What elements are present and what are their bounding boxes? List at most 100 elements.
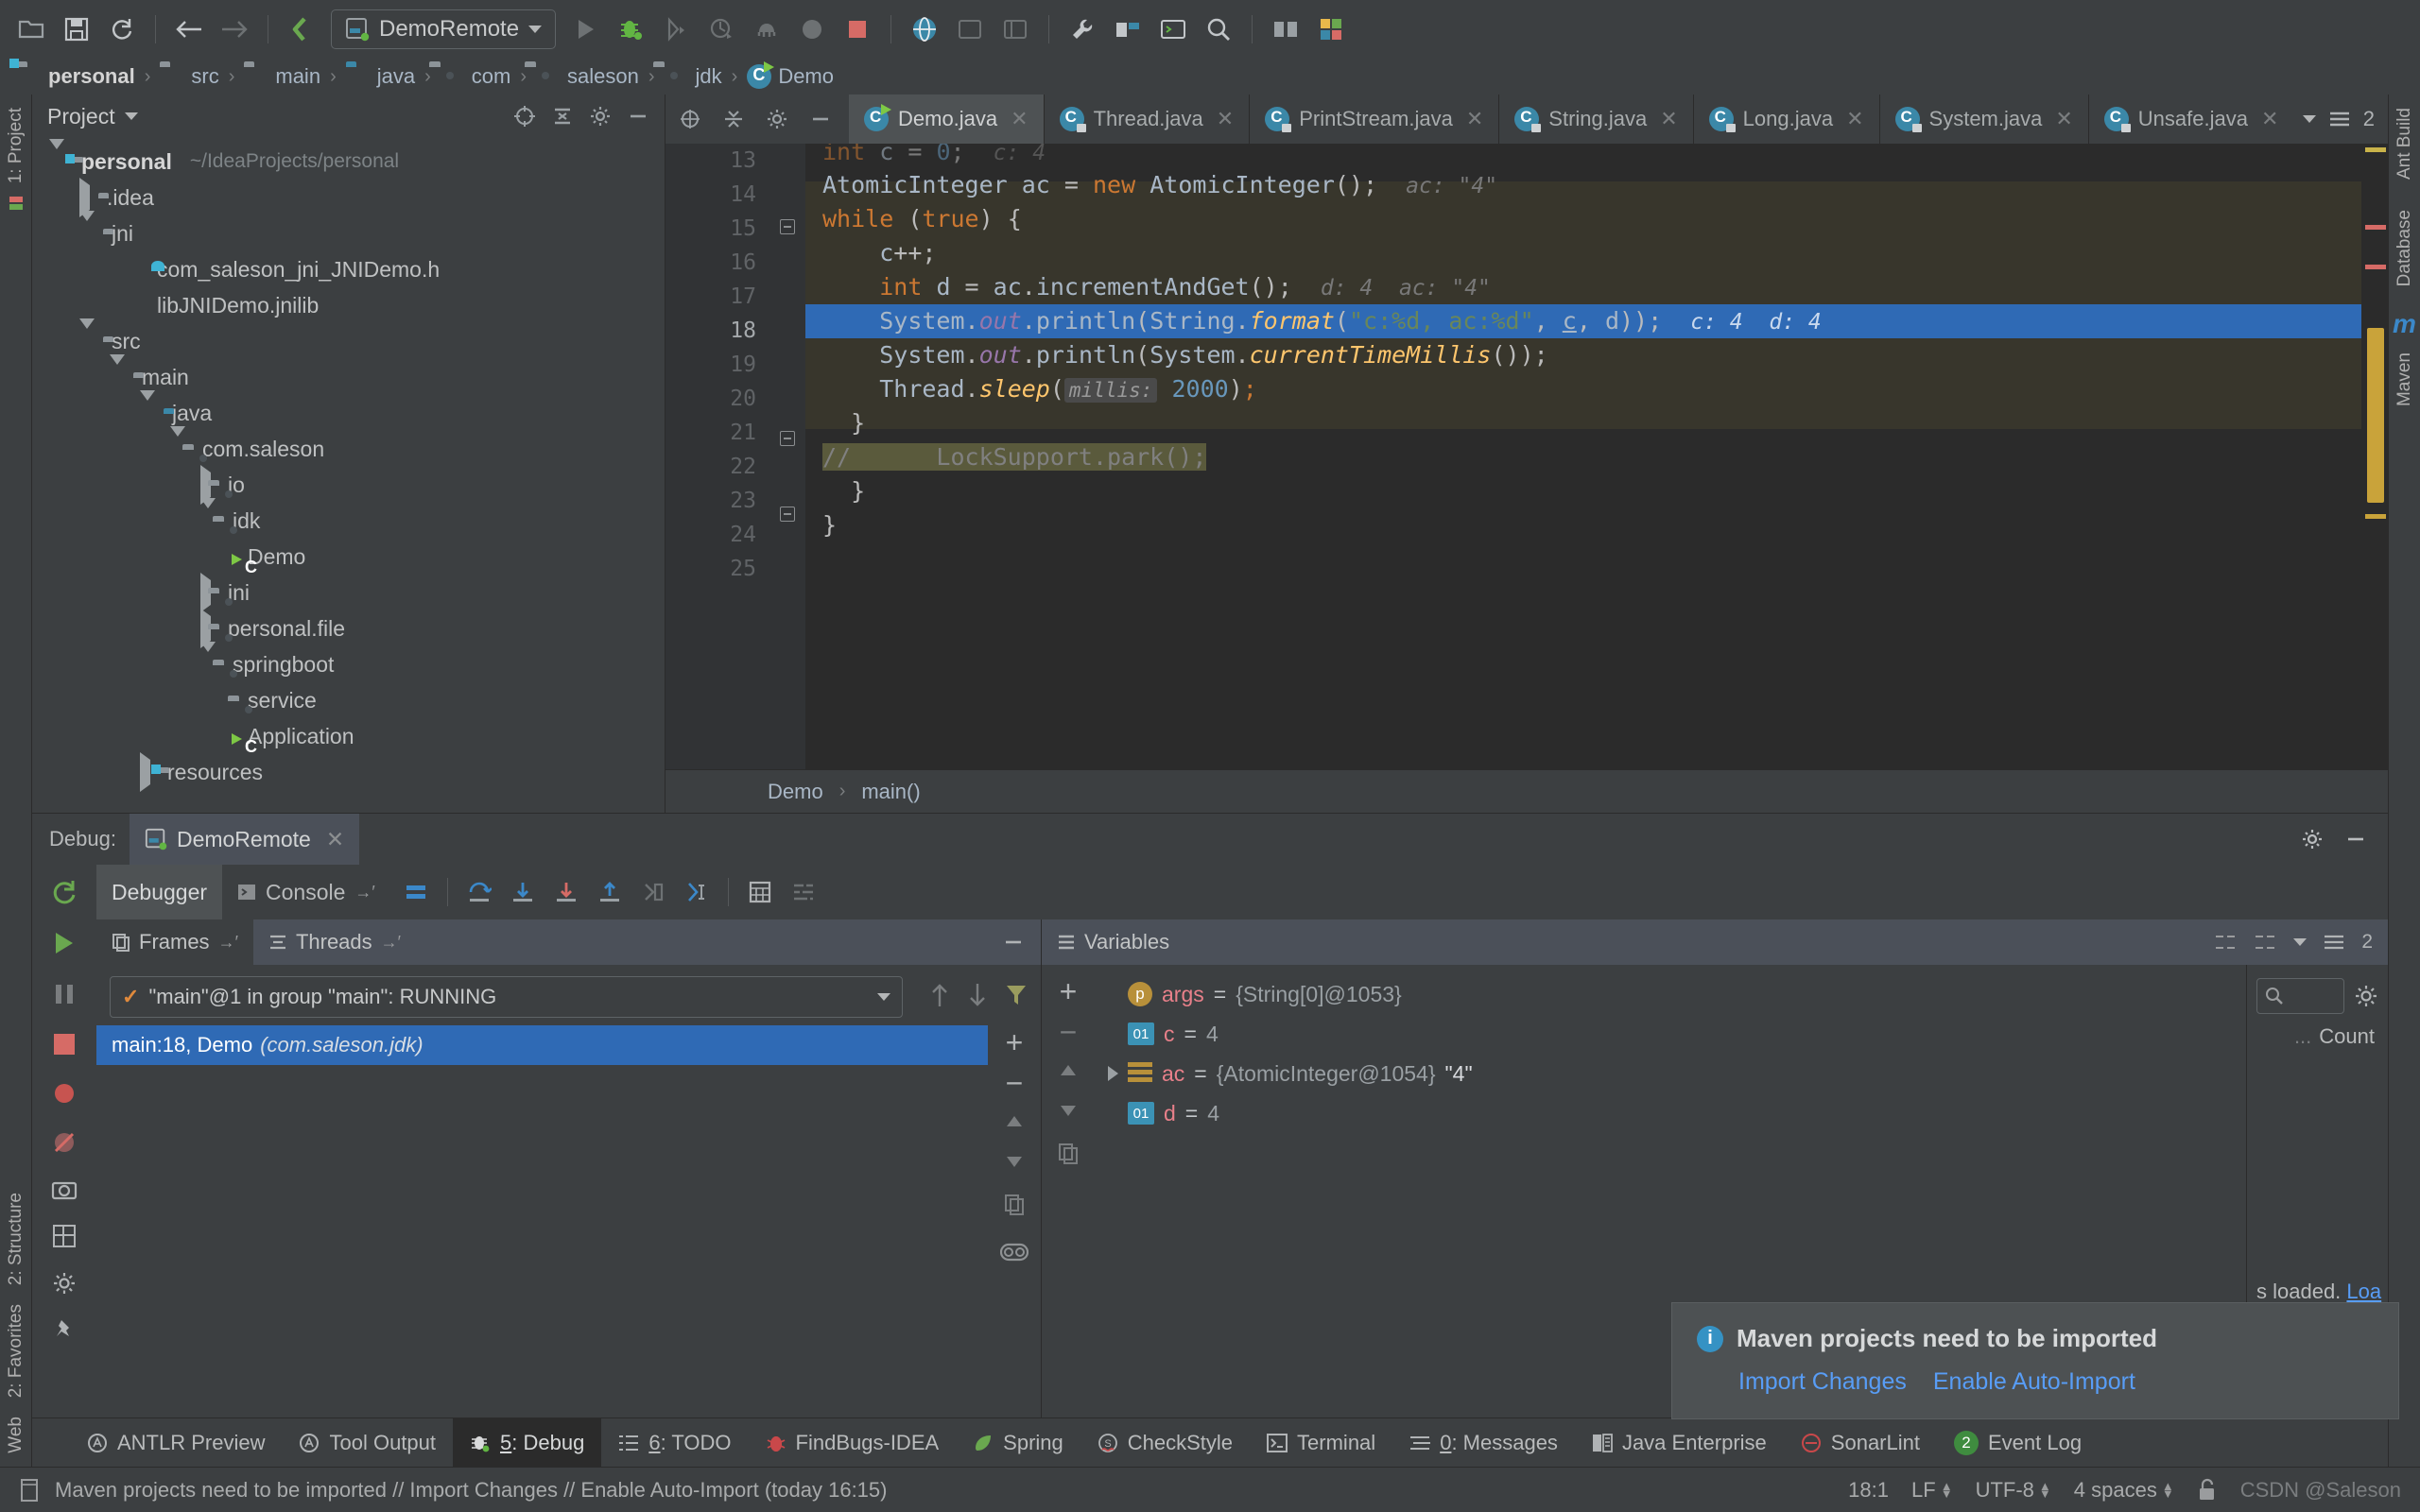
hide-icon[interactable] <box>627 105 649 128</box>
diff-icon[interactable] <box>1264 8 1307 51</box>
code-line-15[interactable]: while (true) { <box>805 202 2388 236</box>
tool-window-button-0-messages[interactable]: 0: Messages <box>1392 1418 1575 1467</box>
up-arrow-icon[interactable] <box>929 982 950 1008</box>
debug-session-tab[interactable]: DemoRemote ✕ <box>130 814 359 865</box>
tool-window-button-5-debug[interactable]: 5: Debug <box>453 1418 601 1467</box>
inspect-icon[interactable] <box>1000 1241 1028 1263</box>
step-out-icon[interactable] <box>597 880 622 904</box>
open-folder-icon[interactable] <box>9 8 53 51</box>
debug-icon[interactable] <box>609 8 652 51</box>
code-editor[interactable]: 13141516171819202122232425 int c = 0; c:… <box>666 144 2388 769</box>
fold-marker-line-16[interactable] <box>769 253 805 287</box>
pause-icon[interactable] <box>50 980 78 1008</box>
locate-file-icon[interactable] <box>679 108 701 130</box>
tab-debugger[interactable]: Debugger <box>96 865 222 919</box>
gutter-line-20[interactable]: 20 <box>666 382 769 416</box>
tree-node-jni[interactable]: jni <box>32 215 665 251</box>
tree-node-demo[interactable]: Demo <box>32 539 665 575</box>
frames-minimize-icon[interactable] <box>986 919 1041 965</box>
tree-node-src[interactable]: src <box>32 323 665 359</box>
code-line-14[interactable]: AtomicInteger ac = new AtomicInteger(); … <box>805 168 2388 202</box>
sidebar-item-database[interactable]: Database <box>2394 202 2415 294</box>
code-line-16[interactable]: c++; <box>805 236 2388 270</box>
tree-node-java[interactable]: java <box>32 395 665 431</box>
gutter-line-21[interactable]: 21 <box>666 416 769 450</box>
gutter-line-22[interactable]: 22 <box>666 450 769 484</box>
copy-icon[interactable] <box>1058 1143 1079 1165</box>
editor-tab-long-java[interactable]: Long.java✕ <box>1694 94 1880 144</box>
stop-icon[interactable] <box>51 1031 78 1057</box>
chevron-down-icon[interactable] <box>200 498 216 533</box>
run-configuration-selector[interactable]: DemoRemote <box>331 9 556 49</box>
resume-icon[interactable] <box>50 929 78 957</box>
memory-icon[interactable] <box>19 1478 42 1503</box>
gutter-line-18[interactable]: 18 <box>666 314 769 348</box>
maven-rail-group[interactable]: m Maven <box>2393 309 2416 414</box>
chevron-down-icon[interactable] <box>125 112 138 120</box>
breadcrumb-item-personal[interactable]: personal <box>13 64 139 89</box>
chevron-down-icon[interactable] <box>2293 938 2307 946</box>
settings-wrench-icon[interactable] <box>1061 8 1104 51</box>
tab-threads[interactable]: Threads →′ <box>253 919 416 965</box>
chevron-down-icon[interactable] <box>528 26 542 33</box>
tree-twisty[interactable] <box>49 149 64 175</box>
step-over-icon[interactable] <box>467 880 492 904</box>
fold-marker-line-13[interactable] <box>769 144 805 178</box>
pin-icon[interactable] <box>52 1318 77 1343</box>
record-icon[interactable] <box>790 8 834 51</box>
breadcrumb-item-jdk[interactable]: jdk <box>661 64 726 89</box>
editor-tab-demo-java[interactable]: Demo.java✕ <box>849 94 1045 144</box>
breadcrumb-item-java[interactable]: java <box>342 64 419 89</box>
editor-tab-system-java[interactable]: System.java✕ <box>1880 94 2089 144</box>
scrollbar-thumb[interactable] <box>2367 328 2384 503</box>
chevron-down-icon[interactable] <box>49 139 64 174</box>
remove-icon[interactable]: − <box>1006 1076 1024 1090</box>
run-with-coverage-icon[interactable] <box>654 8 698 51</box>
tree-node-springboot[interactable]: springboot <box>32 646 665 682</box>
variable-row[interactable]: 01d=4 <box>1095 1093 2246 1133</box>
breadcrumb-item-saleson[interactable]: saleson <box>532 64 643 89</box>
step-into-icon[interactable] <box>510 880 535 904</box>
gutter-line-24[interactable]: 24 <box>666 518 769 552</box>
evaluate-expression-icon[interactable] <box>748 880 772 904</box>
gutter-line-19[interactable]: 19 <box>666 348 769 382</box>
enable-auto-import-link[interactable]: Enable Auto-Import <box>1933 1368 2135 1396</box>
editor-breadcrumb-class[interactable]: Demo <box>768 780 823 804</box>
chevron-down-icon[interactable] <box>79 211 95 246</box>
windows-icon[interactable] <box>1309 8 1353 51</box>
close-icon[interactable]: ✕ <box>1846 107 1863 131</box>
drop-frame-icon[interactable] <box>641 880 666 904</box>
tree-node-jni[interactable]: jni <box>32 575 665 610</box>
fold-marker-line-20[interactable] <box>769 389 805 423</box>
breadcrumb-item-demo[interactable]: Demo <box>743 64 838 89</box>
tree-twisty[interactable] <box>79 221 95 247</box>
down-arrow-icon[interactable] <box>967 982 988 1008</box>
tree-node-jdk[interactable]: jdk <box>32 503 665 539</box>
code-line-18[interactable]: System.out.println(String.format("c:%d, … <box>805 304 2388 338</box>
sidebar-item-project[interactable]: 1: Project <box>6 100 26 191</box>
build-icon[interactable] <box>280 8 323 51</box>
project-structure-2-icon[interactable] <box>1106 8 1150 51</box>
settings-gear-icon[interactable] <box>2354 984 2378 1008</box>
close-icon[interactable]: ✕ <box>1217 107 1234 131</box>
tool-window-button-findbugs-idea[interactable]: FindBugs-IDEA <box>749 1418 957 1467</box>
close-icon[interactable]: ✕ <box>2261 107 2278 131</box>
close-icon[interactable]: ✕ <box>1466 107 1483 131</box>
profile-icon[interactable] <box>700 8 743 51</box>
status-message[interactable]: Maven projects need to be imported // Im… <box>55 1478 887 1503</box>
code-line-25[interactable] <box>805 542 2388 576</box>
variable-row[interactable]: ac={AtomicInteger@1054}"4" <box>1095 1054 2246 1093</box>
project-structure-icon[interactable] <box>948 8 992 51</box>
chevron-down-icon[interactable] <box>200 642 216 677</box>
fold-marker-line-21[interactable] <box>769 431 805 465</box>
unlocked-icon[interactable] <box>2197 1478 2218 1503</box>
thread-selector[interactable]: ✓ "main"@1 in group "main": RUNNING <box>110 976 903 1018</box>
chevron-down-icon[interactable] <box>79 318 95 353</box>
editor-fold-column[interactable] <box>769 144 805 769</box>
line-separator[interactable]: LF ▲▼ <box>1911 1478 1953 1503</box>
tree-node-personal[interactable]: personal~/IdeaProjects/personal <box>32 144 665 180</box>
variable-row[interactable]: pargs={String[0]@1053} <box>1095 974 2246 1014</box>
tree-node-com-saleson[interactable]: com.saleson <box>32 431 665 467</box>
tree-node-application[interactable]: Application <box>32 718 665 754</box>
mute-breakpoints-icon[interactable] <box>51 1129 78 1156</box>
